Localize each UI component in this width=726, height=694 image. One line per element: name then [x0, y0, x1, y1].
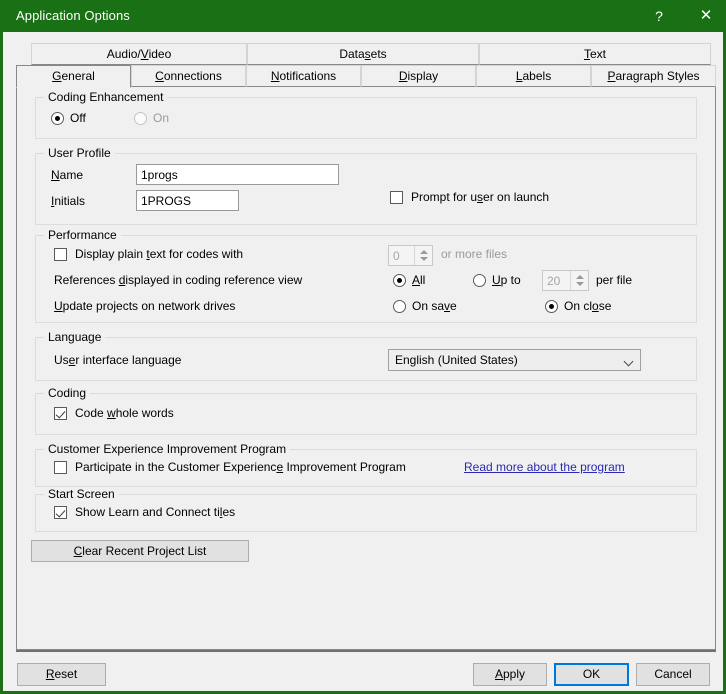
- checkbox-participate-ceip[interactable]: [54, 461, 67, 474]
- label-show-learn-connect-tiles: Show Learn and Connect tiles: [75, 505, 236, 519]
- label-initials: Initials: [51, 194, 86, 208]
- spinner-plain-text-files-buttons[interactable]: [414, 246, 432, 265]
- label-code-whole-words: Code whole words: [75, 406, 174, 420]
- tab-paragraph-styles[interactable]: Paragraph Styles: [591, 65, 716, 87]
- label-coding-enhancement-on: On: [153, 111, 170, 125]
- spinner-plain-text-files[interactable]: 0: [388, 245, 433, 266]
- group-language: Language User interface language English…: [35, 330, 697, 381]
- group-user-profile: User Profile Name Initials Prompt for us…: [35, 146, 697, 225]
- help-icon[interactable]: ?: [636, 0, 682, 32]
- title-bar: Application Options ? ✕: [3, 0, 726, 32]
- group-ceip: Customer Experience Improvement Program …: [35, 442, 697, 487]
- group-coding: Coding Code whole words: [35, 386, 697, 435]
- radio-update-on-close[interactable]: [545, 300, 558, 313]
- radio-references-all[interactable]: [393, 274, 406, 287]
- radio-update-on-save[interactable]: [393, 300, 406, 313]
- group-ceip-title: Customer Experience Improvement Program: [44, 442, 291, 456]
- spinner-references-per-file-value: 20: [547, 274, 561, 288]
- group-coding-enhancement-title: Coding Enhancement: [44, 90, 168, 104]
- clear-recent-project-list-button[interactable]: Clear Recent Project List: [31, 540, 249, 562]
- label-references-up-to: Up to: [492, 273, 521, 287]
- tab-connections[interactable]: Connections: [131, 65, 246, 87]
- checkbox-display-plain-text[interactable]: [54, 248, 67, 261]
- spinner-down-icon[interactable]: [576, 282, 584, 286]
- label-prompt-for-user-on-launch: Prompt for user on launch: [411, 190, 550, 204]
- name-input[interactable]: [136, 164, 339, 185]
- reset-button[interactable]: Reset: [17, 663, 106, 686]
- spinner-plain-text-files-value: 0: [393, 249, 400, 263]
- group-start-screen-title: Start Screen: [44, 487, 119, 501]
- tab-text[interactable]: Text: [479, 43, 711, 65]
- spinner-down-icon[interactable]: [420, 257, 428, 261]
- group-performance: Performance Display plain text for codes…: [35, 228, 697, 323]
- label-references-displayed: References displayed in coding reference…: [54, 273, 303, 287]
- group-coding-title: Coding: [44, 386, 91, 400]
- group-start-screen: Start Screen Show Learn and Connect tile…: [35, 487, 697, 532]
- checkbox-code-whole-words[interactable]: [54, 407, 67, 420]
- tab-audio-video[interactable]: Audio/Video: [31, 43, 247, 65]
- application-options-window: Application Options ? ✕ Audio/Video Data…: [0, 0, 726, 694]
- tab-strip: Audio/Video Datasets Text General Connec…: [16, 43, 716, 88]
- window-title: Application Options: [16, 8, 130, 23]
- radio-coding-enhancement-off[interactable]: [51, 112, 64, 125]
- spinner-references-per-file[interactable]: 20: [542, 270, 589, 291]
- close-icon[interactable]: ✕: [683, 0, 726, 32]
- link-read-more-about-program[interactable]: Read more about the program: [464, 459, 625, 475]
- label-or-more-files: or more files: [441, 247, 508, 261]
- label-update-on-save: On save: [412, 299, 457, 313]
- select-ui-language-value: English (United States): [395, 353, 518, 367]
- spinner-up-icon[interactable]: [576, 275, 584, 279]
- group-performance-title: Performance: [44, 228, 121, 242]
- checkbox-prompt-for-user-on-launch[interactable]: [390, 191, 403, 204]
- initials-input[interactable]: [136, 190, 239, 211]
- radio-coding-enhancement-on[interactable]: [134, 112, 147, 125]
- tab-display[interactable]: Display: [361, 65, 476, 87]
- checkbox-show-learn-connect-tiles[interactable]: [54, 506, 67, 519]
- label-coding-enhancement-off: Off: [70, 111, 86, 125]
- tab-notifications[interactable]: Notifications: [246, 65, 361, 87]
- label-update-on-close: On close: [564, 299, 612, 313]
- label-name: Name: [51, 168, 84, 182]
- group-coding-enhancement: Coding Enhancement Off On: [35, 90, 697, 139]
- tab-general[interactable]: General: [16, 65, 131, 88]
- footer-separator: [16, 650, 716, 652]
- label-update-projects: Update projects on network drives: [54, 299, 236, 313]
- apply-button[interactable]: Apply: [473, 663, 547, 686]
- label-participate-ceip: Participate in the Customer Experience I…: [75, 460, 406, 474]
- group-user-profile-title: User Profile: [44, 146, 115, 160]
- tab-datasets[interactable]: Datasets: [247, 43, 479, 65]
- chevron-down-icon: [625, 358, 632, 365]
- spinner-up-icon[interactable]: [420, 250, 428, 254]
- tab-row-top: Audio/Video Datasets Text: [16, 43, 716, 65]
- label-display-plain-text: Display plain text for codes with: [75, 247, 244, 261]
- group-language-title: Language: [44, 330, 106, 344]
- spinner-references-per-file-buttons[interactable]: [570, 271, 588, 290]
- label-per-file: per file: [596, 273, 633, 287]
- tab-row-bottom: General Connections Notifications Displa…: [16, 65, 716, 88]
- tab-labels[interactable]: Labels: [476, 65, 591, 87]
- ok-button[interactable]: OK: [554, 663, 629, 686]
- select-ui-language[interactable]: English (United States): [388, 349, 641, 371]
- label-references-all: All: [412, 273, 426, 287]
- radio-references-up-to[interactable]: [473, 274, 486, 287]
- label-ui-language: User interface language: [54, 353, 182, 367]
- cancel-button[interactable]: Cancel: [636, 663, 710, 686]
- tab-content-panel: Coding Enhancement Off On User Profile N…: [16, 87, 716, 650]
